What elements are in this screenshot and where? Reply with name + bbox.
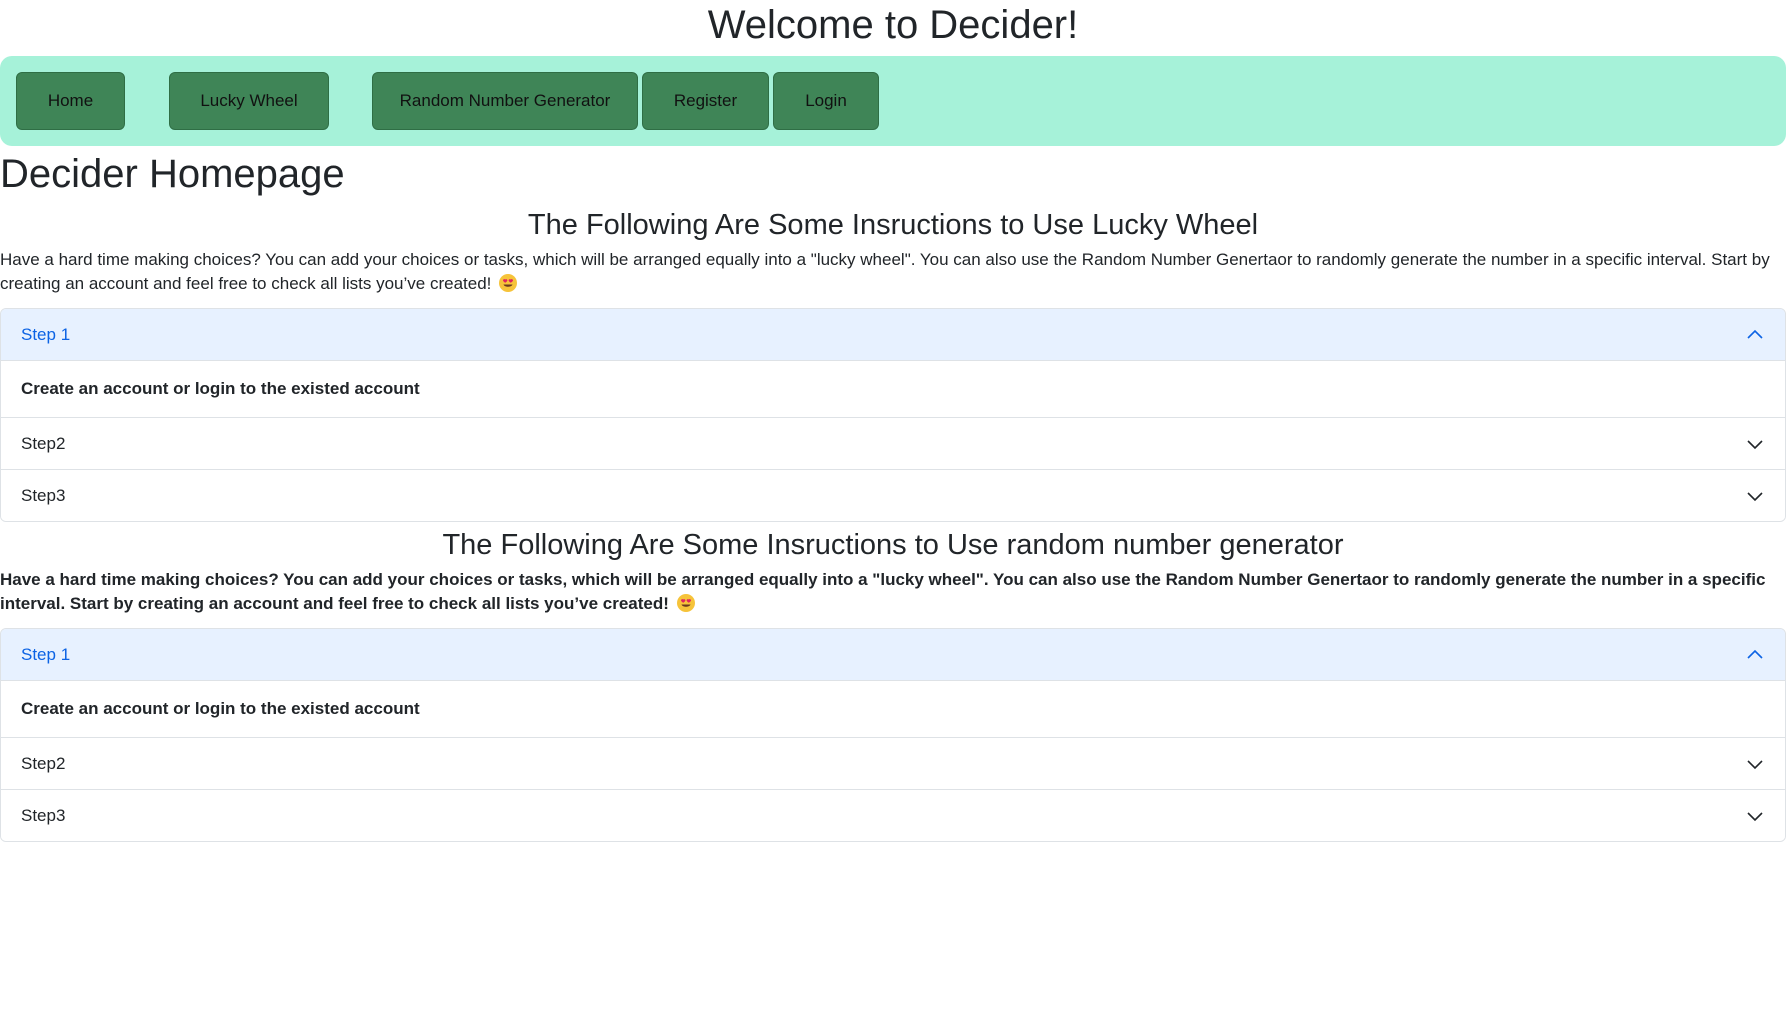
accordion: Step 1 Create an account or login to the… xyxy=(0,308,1786,522)
accordion-step2-label: Step2 xyxy=(21,433,66,453)
page-heading: Decider Homepage xyxy=(0,152,345,196)
section-description-text: Have a hard time making choices? You can… xyxy=(0,250,1770,293)
chevron-up-icon xyxy=(1745,325,1765,345)
section-description: Have a hard time making choices? You can… xyxy=(0,248,1786,296)
chevron-down-icon xyxy=(1745,434,1765,454)
section-title: The Following Are Some Insructions to Us… xyxy=(527,209,1259,241)
accordion-step1-header[interactable]: Step 1 xyxy=(1,629,1785,681)
accordion-step2-header[interactable]: Step2 xyxy=(1,417,1785,469)
accordion-step1-body: Create an account or login to the existe… xyxy=(21,379,420,398)
accordion-step2-header[interactable]: Step2 xyxy=(1,737,1785,789)
chevron-down-icon xyxy=(1745,754,1765,774)
section-description-wrap: Have a hard time making choices? You can… xyxy=(0,248,1786,308)
accordion-step3-header[interactable]: Step3 xyxy=(1,789,1785,841)
accordion: Step 1 Create an account or login to the… xyxy=(0,628,1786,842)
accordion-step3-header[interactable]: Step3 xyxy=(1,469,1785,521)
navbar: Home Lucky Wheel Random Number Generator… xyxy=(0,56,1786,146)
accordion-step1-body: Create an account or login to the existe… xyxy=(21,699,420,718)
heart-eyes-emoji-icon xyxy=(676,593,696,613)
accordion-step3-label: Step3 xyxy=(21,805,66,825)
nav-login-button[interactable]: Login xyxy=(773,72,879,130)
section-description-text: Have a hard time making choices? You can… xyxy=(0,570,1766,613)
accordion-step3-label: Step3 xyxy=(21,485,66,505)
nav-lucky-wheel-button[interactable]: Lucky Wheel xyxy=(169,72,329,130)
nav-home-button[interactable]: Home xyxy=(16,72,125,130)
random-number-generator-instructions-section: The Following Are Some Insructions to Us… xyxy=(0,522,1786,842)
chevron-up-icon xyxy=(1745,645,1765,665)
heart-eyes-emoji-icon xyxy=(498,273,518,293)
nav-register-button[interactable]: Register xyxy=(642,72,769,130)
chevron-down-icon xyxy=(1745,486,1765,506)
section-description-wrap: Have a hard time making choices? You can… xyxy=(0,568,1786,628)
accordion-step1-label: Step 1 xyxy=(21,324,71,344)
nav-random-number-generator-button[interactable]: Random Number Generator xyxy=(372,72,638,130)
lucky-wheel-instructions-section: The Following Are Some Insructions to Us… xyxy=(0,202,1786,522)
accordion-step1-label: Step 1 xyxy=(21,644,71,664)
section-description: Have a hard time making choices? You can… xyxy=(0,568,1786,616)
section-title: The Following Are Some Insructions to Us… xyxy=(442,529,1344,561)
accordion-step2-label: Step2 xyxy=(21,753,66,773)
site-title: Welcome to Decider! xyxy=(707,3,1079,47)
chevron-down-icon xyxy=(1745,806,1765,826)
page: Welcome to Decider! Home Lucky Wheel Ran… xyxy=(0,0,1786,842)
accordion-step1-header[interactable]: Step 1 xyxy=(1,309,1785,361)
